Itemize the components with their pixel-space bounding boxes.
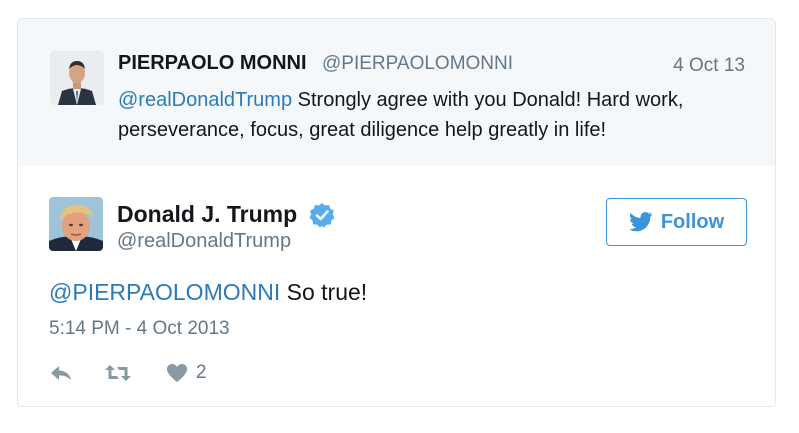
like-action[interactable]: 2 bbox=[166, 362, 207, 384]
author-name[interactable]: Donald J. Trump bbox=[117, 201, 297, 227]
parent-author-handle[interactable]: @PIERPAOLOMONNI bbox=[322, 53, 513, 75]
heart-icon bbox=[166, 363, 188, 383]
tweet-body: So true! bbox=[280, 279, 368, 305]
parent-tweet[interactable]: PIERPAOLO MONNI @PIERPAOLOMONNI 4 Oct 13… bbox=[18, 19, 775, 166]
parent-author-name[interactable]: PIERPAOLO MONNI bbox=[118, 52, 307, 75]
avatar[interactable] bbox=[49, 197, 103, 251]
author-handle[interactable]: @realDonaldTrump bbox=[117, 230, 291, 253]
tweet-actions: 2 bbox=[49, 359, 207, 387]
mention-link[interactable]: @PIERPAOLOMONNI bbox=[49, 279, 280, 305]
tweet-text: @PIERPAOLOMONNI So true! bbox=[49, 279, 367, 306]
author-name-row: Donald J. Trump bbox=[117, 201, 335, 228]
parent-tweet-date[interactable]: 4 Oct 13 bbox=[673, 55, 745, 77]
retweet-icon[interactable] bbox=[104, 363, 132, 383]
verified-badge-icon bbox=[309, 202, 335, 228]
twitter-bird-icon bbox=[628, 212, 653, 232]
avatar[interactable] bbox=[50, 51, 104, 105]
tweet-timestamp[interactable]: 5:14 PM - 4 Oct 2013 bbox=[49, 318, 230, 340]
reply-icon[interactable] bbox=[49, 363, 73, 383]
parent-tweet-text: @realDonaldTrump Strongly agree with you… bbox=[118, 85, 748, 145]
embedded-tweet-card: PIERPAOLO MONNI @PIERPAOLOMONNI 4 Oct 13… bbox=[17, 18, 776, 407]
like-count: 2 bbox=[196, 362, 207, 383]
mention-link[interactable]: @realDonaldTrump bbox=[118, 89, 292, 111]
follow-button[interactable]: Follow bbox=[606, 198, 747, 246]
follow-label: Follow bbox=[660, 210, 725, 233]
